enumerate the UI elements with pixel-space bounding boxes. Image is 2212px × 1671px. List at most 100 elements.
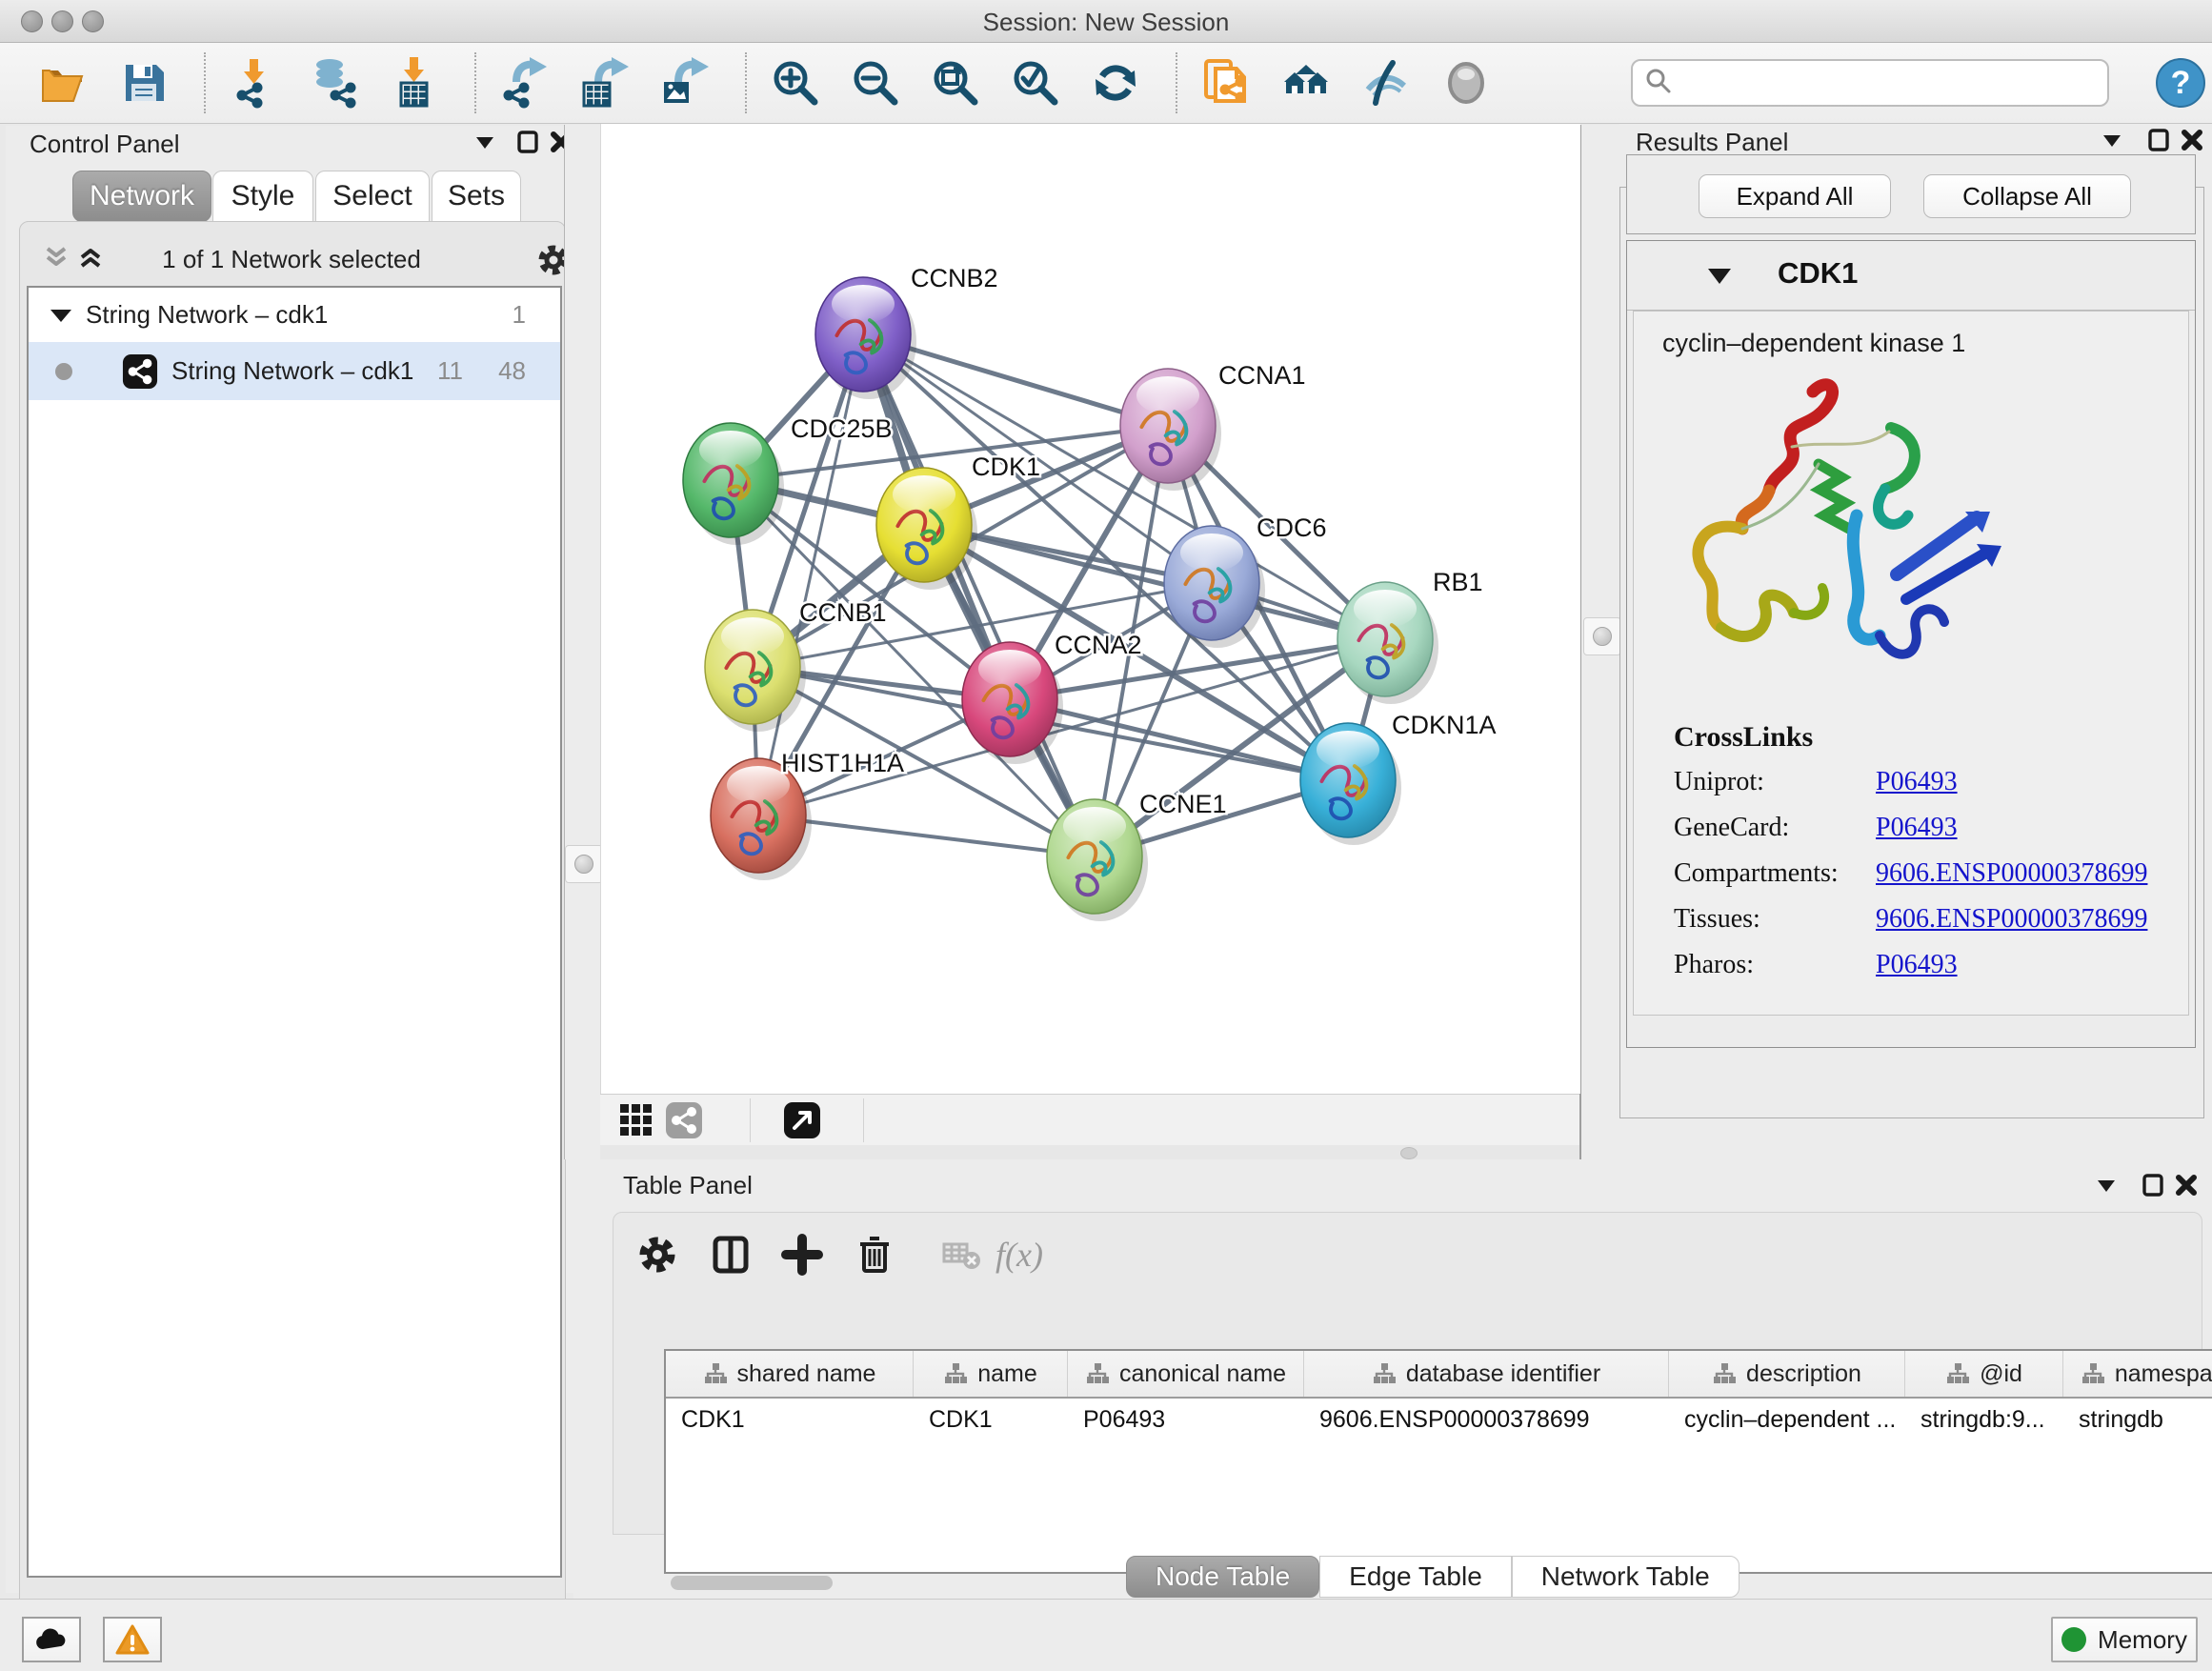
horizontal-splitter[interactable] [600,1145,1579,1159]
network-canvas[interactable]: CCNB2 CCNA1 CDC25B CDK1 CDC6 R [600,124,1580,1094]
memory-button[interactable]: Memory [2051,1617,2198,1662]
expand-all-button[interactable]: Expand All [1699,174,1891,218]
close-panel-icon[interactable] [2176,124,2208,156]
create-column-icon[interactable] [777,1230,827,1279]
crosslink-link[interactable]: P06493 [1876,767,1958,797]
right-splitter[interactable] [1579,125,1621,1159]
status-bar: Memory [0,1599,2212,1671]
right-splitter-grip[interactable] [1583,617,1621,655]
network-node-ccnb2[interactable]: CCNB2 [815,264,998,399]
delete-column-icon[interactable] [850,1230,899,1279]
gene-section-header[interactable]: CDK1 [1627,241,2195,311]
column-header-canonical-name[interactable]: canonical name [1068,1351,1304,1397]
help-button[interactable]: ? [2155,57,2206,109]
import-table-icon[interactable] [387,55,442,111]
tab-edge-table[interactable]: Edge Table [1319,1556,1512,1598]
crosslink-link[interactable]: 9606.ENSP00000378699 [1876,904,2147,935]
section-collapse-triangle-icon[interactable] [1707,266,1732,292]
table-cell[interactable]: P06493 [1068,1406,1304,1434]
cloud-button[interactable] [22,1617,81,1662]
horizontal-splitter-grip[interactable] [1400,1147,1418,1159]
import-network-database-icon[interactable] [307,55,362,111]
float-panel-icon[interactable] [2137,1169,2169,1201]
export-network-icon[interactable] [497,55,553,111]
collapse-panel-icon[interactable] [469,126,501,158]
node-label: RB1 [1433,568,1483,596]
column-header-namespac[interactable]: namespac [2063,1351,2212,1397]
tab-select[interactable]: Select [315,171,430,222]
network-tree-row[interactable]: String Network – cdk111 48 [29,342,560,400]
zoom-in-icon[interactable] [768,55,823,111]
float-panel-icon[interactable] [2142,124,2175,156]
column-header-id[interactable]: @id [1905,1351,2063,1397]
close-panel-icon[interactable] [2170,1169,2202,1201]
network-node-ccne1[interactable]: CCNE1 [1047,790,1227,921]
collapse-panel-icon[interactable] [2096,124,2128,156]
table-row[interactable]: CDK1CDK1P064939606.ENSP00000378699cyclin… [666,1399,2212,1440]
left-splitter-grip[interactable] [565,845,603,883]
node-label: CDC25B [791,414,893,443]
network-edge[interactable] [863,334,1095,856]
table-horizontal-scrollbar[interactable] [671,1576,833,1590]
table-header-row[interactable]: shared namenamecanonical namedatabase id… [666,1351,2212,1399]
zoom-out-icon[interactable] [848,55,903,111]
node-label: CCNE1 [1139,790,1227,818]
network-node-cdc6[interactable]: CDC6 [1164,513,1327,648]
column-header-shared-name[interactable]: shared name [666,1351,914,1397]
search-field[interactable] [1631,59,2109,107]
network-edge[interactable] [758,334,863,815]
table-panel: Table Panel f(x) shared namenamecanonica… [573,1159,2212,1599]
column-header-name[interactable]: name [914,1351,1068,1397]
network-node-cdk1[interactable]: CDK1 [876,453,1040,590]
crosslink-link[interactable]: P06493 [1876,950,1958,980]
table-cell[interactable]: stringdb:9... [1905,1406,2063,1434]
tree-expander-icon[interactable] [50,306,72,325]
tab-network-table[interactable]: Network Table [1512,1556,1739,1598]
crosslink-link[interactable]: P06493 [1876,813,1958,843]
hide-selected-icon[interactable] [1358,55,1414,111]
table-cell[interactable]: CDK1 [914,1406,1068,1434]
crosslink-label: Tissues: [1674,904,1876,935]
export-table-icon[interactable] [577,55,633,111]
network-node-ccnb1[interactable]: CCNB1 [705,598,887,732]
network-node-hist1h1a[interactable]: HIST1H1A [711,749,904,880]
node-label: CCNA1 [1218,361,1306,390]
crosslink-link[interactable]: 9606.ENSP00000378699 [1876,858,2147,889]
birdseye-view-icon[interactable] [617,1101,655,1139]
show-all-icon[interactable] [1438,55,1494,111]
tab-node-table[interactable]: Node Table [1126,1556,1319,1598]
network-node-cdkn1a[interactable]: CDKN1A [1300,711,1497,845]
toolbar-separator [863,1098,864,1142]
zoom-fit-icon[interactable] [928,55,983,111]
open-file-icon[interactable] [36,55,91,111]
network-graph[interactable]: CCNB2 CCNA1 CDC25B CDK1 CDC6 R [601,124,1580,1094]
first-neighbors-icon[interactable] [1278,55,1334,111]
tab-style[interactable]: Style [212,171,313,222]
collapse-all-button[interactable]: Collapse All [1923,174,2131,218]
table-settings-gear-icon[interactable] [633,1230,682,1279]
left-splitter[interactable] [564,125,602,1159]
table-cell[interactable]: stringdb [2063,1406,2212,1434]
collapse-panel-icon[interactable] [2090,1169,2122,1201]
copy-view-icon[interactable] [1198,55,1254,111]
table-cell[interactable]: 9606.ENSP00000378699 [1304,1406,1669,1434]
table-cell[interactable]: CDK1 [666,1406,914,1434]
save-session-icon[interactable] [116,55,171,111]
zoom-selected-icon[interactable] [1008,55,1063,111]
network-tree-row[interactable]: String Network – cdk11 [29,288,560,342]
warnings-button[interactable] [103,1617,162,1662]
column-header-database-identifier[interactable]: database identifier [1304,1351,1669,1397]
node-table[interactable]: shared namenamecanonical namedatabase id… [664,1349,2212,1574]
show-columns-icon[interactable] [706,1230,755,1279]
refresh-icon[interactable] [1088,55,1143,111]
table-cell[interactable]: cyclin–dependent ... [1669,1406,1905,1434]
column-header-description[interactable]: description [1669,1351,1905,1397]
search-input[interactable] [1673,69,2077,97]
tab-network[interactable]: Network [72,171,211,222]
export-image-icon[interactable] [657,55,713,111]
tab-sets[interactable]: Sets [432,171,521,222]
network-node-rb1[interactable]: RB1 [1337,568,1483,704]
open-in-new-window-icon[interactable] [783,1101,821,1139]
float-panel-icon[interactable] [512,126,544,158]
import-network-file-icon[interactable] [227,55,282,111]
